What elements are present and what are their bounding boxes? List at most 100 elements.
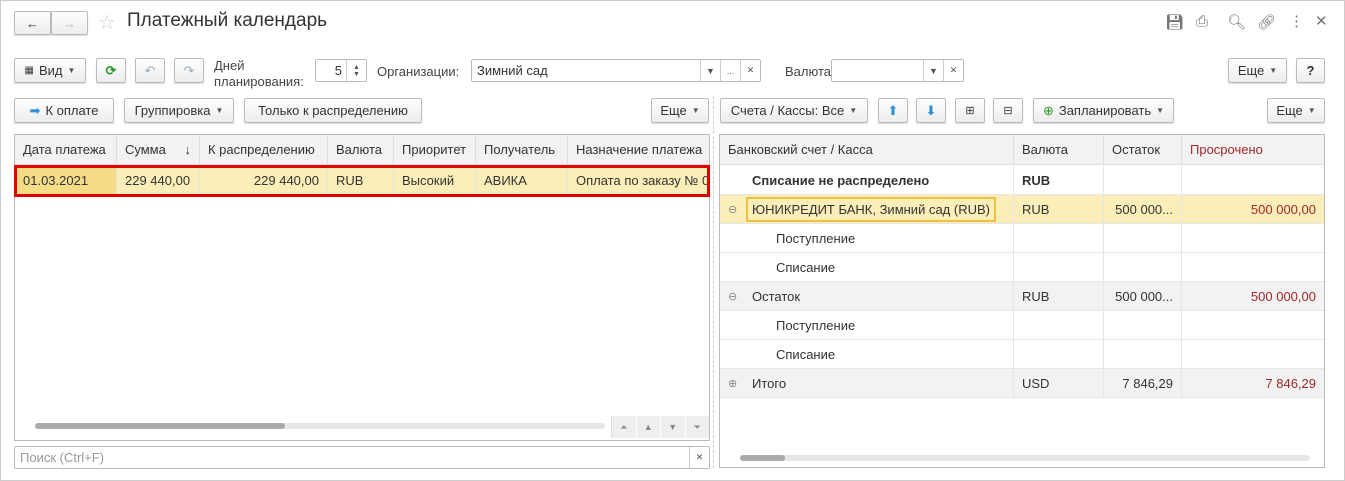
account-name: Итого <box>752 375 787 391</box>
collapse-icon[interactable]: ⊖ <box>728 290 737 303</box>
horizontal-scrollbar[interactable] <box>35 423 605 429</box>
col-priority[interactable]: Приоритет <box>394 135 476 164</box>
col-balance[interactable]: Остаток <box>1104 135 1182 164</box>
cell-account: ⊖ ЮНИКРЕДИТ БАНК, Зимний сад (RUB) <box>720 195 1014 223</box>
horizontal-scrollbar[interactable] <box>740 455 1310 461</box>
account-name: Остаток <box>752 288 801 304</box>
collapse-icon[interactable]: ⊖ <box>728 203 737 216</box>
move-up-button[interactable]: ⬆ <box>878 98 908 123</box>
chevron-down-icon: ▼ <box>849 106 858 115</box>
back-button[interactable]: ← <box>14 11 51 35</box>
days-stepper[interactable]: 5 ▲ ▼ <box>315 59 367 82</box>
refresh-button[interactable]: ⟳ <box>96 58 126 83</box>
col-distribution[interactable]: К распределению <box>200 135 328 164</box>
forward-button[interactable]: → <box>51 11 88 35</box>
save-icon[interactable]: 💾︎ <box>1165 13 1184 31</box>
table-row[interactable]: Списание не распределено RUB <box>720 166 1324 195</box>
table-row[interactable]: ⊖ ЮНИКРЕДИТ БАНК, Зимний сад (RUB) RUB 5… <box>720 195 1324 224</box>
preview-icon[interactable]: 🔍︎ <box>1227 13 1246 31</box>
cell-account: Списание <box>720 340 1014 368</box>
cell-overdue: 500 000,00 <box>1182 195 1324 223</box>
cell-balance <box>1104 311 1182 339</box>
more-button[interactable]: Еще ▼ <box>1228 58 1287 83</box>
clear-icon[interactable]: ✕ <box>689 447 709 468</box>
accounts-filter-button[interactable]: Счета / Кассы: Все ▼ <box>720 98 868 123</box>
table-header: Банковский счет / Касса Валюта Остаток П… <box>720 135 1324 165</box>
table-row[interactable]: Списание <box>720 253 1324 282</box>
clear-icon[interactable]: ✕ <box>943 60 963 81</box>
only-distribution-button[interactable]: Только к распределению <box>244 98 422 123</box>
first-row-icon[interactable]: ⏶ <box>612 416 637 438</box>
scrollbar-thumb[interactable] <box>740 455 785 461</box>
grouping-button[interactable]: Группировка ▼ <box>124 98 234 123</box>
grouping-label: Группировка <box>134 103 211 118</box>
col-currency[interactable]: Валюта <box>1014 135 1104 164</box>
cell-currency <box>1014 224 1104 252</box>
more-vert-icon[interactable]: ⋮ <box>1289 12 1304 30</box>
scrollbar-thumb[interactable] <box>35 423 285 429</box>
select-button[interactable]: ... <box>720 60 740 81</box>
expand-all-icon[interactable]: ⊞ <box>955 98 985 123</box>
col-recipient[interactable]: Получатель <box>476 135 568 164</box>
plan-label: Запланировать <box>1058 103 1152 118</box>
more-label: Еще <box>1237 63 1265 78</box>
cell-currency: RUB <box>1014 282 1104 310</box>
account-name: Списание <box>776 259 836 275</box>
close-icon[interactable]: ✕ <box>1315 12 1328 30</box>
print-icon[interactable]: ⎙ <box>1196 13 1208 30</box>
help-button[interactable]: ? <box>1296 58 1325 83</box>
days-value: 5 <box>334 63 342 78</box>
cell-overdue <box>1182 224 1324 252</box>
plan-button[interactable]: ⊕ Запланировать ▼ <box>1033 98 1174 123</box>
favorite-star-icon[interactable]: ☆ <box>98 10 116 35</box>
link-icon[interactable]: 🔗︎ <box>1257 13 1276 31</box>
account-name: Списание <box>776 346 836 362</box>
col-overdue[interactable]: Просрочено <box>1182 135 1324 164</box>
dropdown-icon[interactable]: ▼ <box>700 60 720 81</box>
cell-currency: RUB <box>328 166 394 195</box>
days-label: Дней <box>214 58 245 73</box>
table-row[interactable]: Списание <box>720 340 1324 369</box>
table-header: Дата платежа Сумма ↓ К распределению Валю… <box>15 135 709 165</box>
search-input[interactable]: Поиск (Ctrl+F) ✕ <box>14 446 710 469</box>
currency-field[interactable]: ▼ ✕ <box>831 59 964 82</box>
splitter[interactable] <box>713 96 714 468</box>
prev-row-icon[interactable]: ▲ <box>636 416 661 438</box>
collapse-all-icon[interactable]: ⊟ <box>993 98 1023 123</box>
col-purpose[interactable]: Назначение платежа <box>568 135 709 164</box>
last-row-icon[interactable]: ⏷ <box>685 416 709 438</box>
view-button[interactable]: ▦ Вид ▼ <box>14 58 86 83</box>
dropdown-icon[interactable]: ▼ <box>923 60 943 81</box>
expand-icon[interactable]: ⊕ <box>728 377 737 390</box>
table-row[interactable]: ⊖ Остаток RUB 500 000... 500 000,00 <box>720 282 1324 311</box>
undo-button[interactable]: ↶ <box>135 58 165 83</box>
cell-currency: RUB <box>1014 195 1104 223</box>
cell-account: ⊕ Итого <box>720 369 1014 397</box>
stepper-arrows-icon[interactable]: ▲ ▼ <box>346 60 366 81</box>
cell-balance: 7 846,29 <box>1104 369 1182 397</box>
col-date[interactable]: Дата платежа <box>15 135 117 164</box>
to-pay-button[interactable]: ➡ К оплате <box>14 98 114 123</box>
table-row[interactable]: 01.03.2021 229 440,00 229 440,00 RUB Выс… <box>14 165 710 197</box>
table-row[interactable]: ⊕ Итого USD 7 846,29 7 846,29 <box>720 369 1324 398</box>
accounts-table: Банковский счет / Касса Валюта Остаток П… <box>719 134 1325 468</box>
clear-icon[interactable]: ✕ <box>740 60 760 81</box>
next-row-icon[interactable]: ▼ <box>661 416 686 438</box>
redo-button[interactable]: ↷ <box>174 58 204 83</box>
cell-overdue <box>1182 253 1324 281</box>
cell-balance <box>1104 253 1182 281</box>
right-more-button[interactable]: Еще ▼ <box>1267 98 1325 123</box>
account-name: Поступление <box>776 317 856 333</box>
table-row[interactable]: Поступление <box>720 224 1324 253</box>
chevron-down-icon: ▼ <box>1269 66 1278 75</box>
table-row[interactable]: Поступление <box>720 311 1324 340</box>
cell-balance <box>1104 166 1182 194</box>
left-more-button[interactable]: Еще ▼ <box>651 98 709 123</box>
move-down-button[interactable]: ⬇ <box>916 98 946 123</box>
col-sum[interactable]: Сумма ↓ <box>117 135 200 164</box>
account-name: ЮНИКРЕДИТ БАНК, Зимний сад (RUB) <box>746 196 996 222</box>
org-field[interactable]: Зимний сад ▼... ✕ <box>471 59 761 82</box>
col-account[interactable]: Банковский счет / Касса <box>720 135 1014 164</box>
col-currency[interactable]: Валюта <box>328 135 394 164</box>
currency-label: Валюта: <box>785 64 835 79</box>
